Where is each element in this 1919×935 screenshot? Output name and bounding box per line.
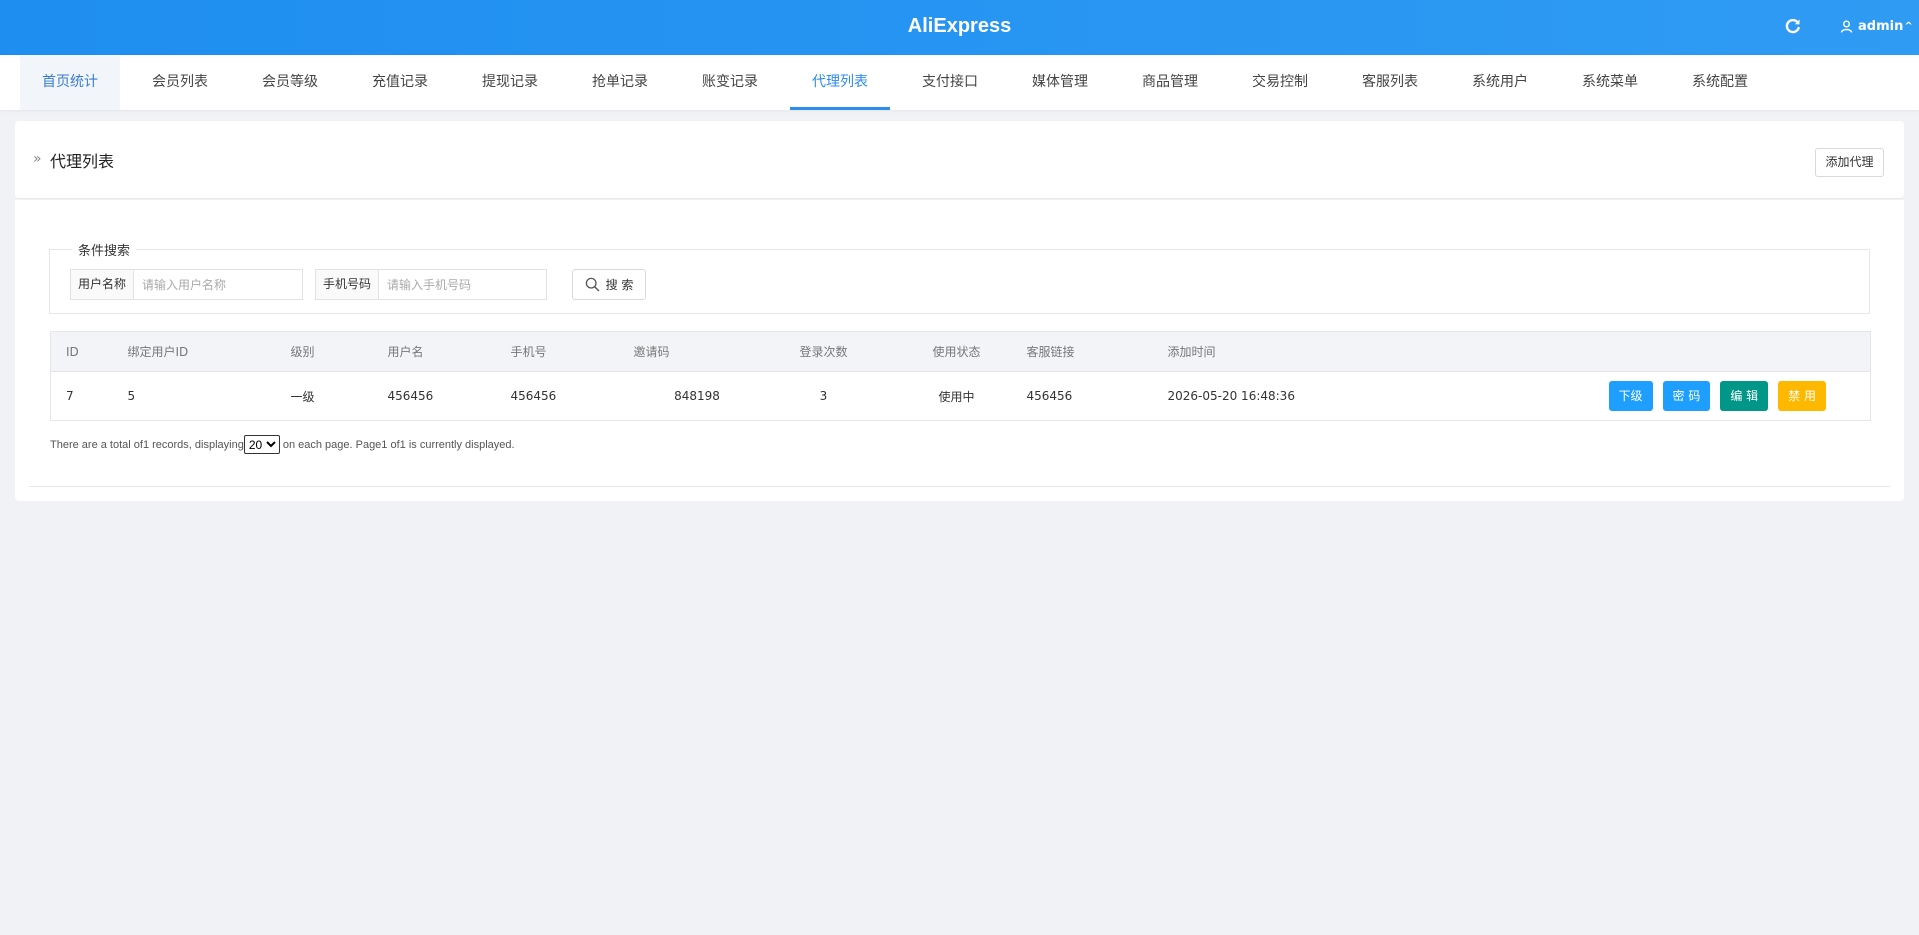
col-header-invite-code: 邀请码 bbox=[633, 331, 761, 372]
col-header-service-link: 客服链接 bbox=[1026, 331, 1168, 372]
cell-level: 一级 bbox=[290, 371, 388, 421]
page-title: 代理列表 bbox=[50, 152, 115, 171]
cell-bound-user-id: 5 bbox=[127, 371, 291, 421]
col-header-bound-user-id: 绑定用户ID bbox=[127, 331, 291, 372]
cell-phone: 456456 bbox=[510, 371, 634, 421]
col-header-login-count: 登录次数 bbox=[760, 331, 887, 372]
table-header-row: ID 绑定用户ID 级别 用户名 手机号 邀请码 登录次数 使用状态 客服链接 … bbox=[50, 331, 1871, 372]
cell-invite-code: 848198 bbox=[633, 371, 761, 421]
nav-item-recharge-records[interactable]: 充值记录 bbox=[350, 55, 450, 110]
search-icon bbox=[585, 277, 599, 292]
nav-item-trade-control[interactable]: 交易控制 bbox=[1230, 55, 1330, 110]
password-button[interactable]: 密 码 bbox=[1662, 381, 1711, 411]
content-inner: 条件搜索 用户名称 手机号码 搜 索 bbox=[29, 212, 1890, 487]
nav-item-payment-interface[interactable]: 支付接口 bbox=[900, 55, 1000, 110]
disable-button[interactable]: 禁 用 bbox=[1778, 381, 1826, 411]
nav-item-home-stats[interactable]: 首页统计 bbox=[20, 55, 120, 110]
col-header-username: 用户名 bbox=[387, 331, 511, 372]
subordinates-button[interactable]: 下级 bbox=[1608, 381, 1653, 411]
nav-item-customer-service-list[interactable]: 客服列表 bbox=[1340, 55, 1440, 110]
nav-item-system-users[interactable]: 系统用户 bbox=[1450, 55, 1550, 110]
search-legend: 条件搜索 bbox=[78, 244, 131, 259]
nav-item-member-list[interactable]: 会员列表 bbox=[130, 55, 230, 110]
cell-service-link: 456456 bbox=[1026, 371, 1168, 421]
nav-item-agent-list[interactable]: 代理列表 bbox=[790, 55, 890, 110]
cell-id: 7 bbox=[50, 371, 128, 421]
table-row: 7 5 一级 456456 456456 848198 3 使用中 456456… bbox=[50, 371, 1871, 421]
edit-button[interactable]: 编 辑 bbox=[1720, 381, 1769, 411]
col-header-level: 级别 bbox=[290, 331, 388, 372]
pager-text-after: on each page. Page1 of1 is currently dis… bbox=[282, 438, 515, 451]
refresh-icon[interactable] bbox=[1784, 17, 1802, 35]
cell-added-at: 2026-05-20 16:48:36 bbox=[1167, 371, 1417, 421]
cell-actions: 下级密 码编 辑禁 用 bbox=[1416, 371, 1871, 421]
nav-item-member-levels[interactable]: 会员等级 bbox=[240, 55, 340, 110]
search-panel: 条件搜索 用户名称 手机号码 搜 索 bbox=[49, 240, 1870, 314]
username-search-group: 用户名称 bbox=[70, 269, 304, 300]
phone-label: 手机号码 bbox=[315, 269, 379, 300]
pager-text-before: There are a total of1 records, displayin… bbox=[50, 438, 244, 451]
nav-item-system-config[interactable]: 系统配置 bbox=[1670, 55, 1770, 110]
username-search-input[interactable] bbox=[133, 269, 304, 300]
username: admin bbox=[1858, 18, 1904, 34]
content-card: 条件搜索 用户名称 手机号码 搜 索 bbox=[15, 200, 1904, 501]
col-header-id: ID bbox=[50, 331, 128, 372]
nav-item-product-management[interactable]: 商品管理 bbox=[1120, 55, 1220, 110]
double-chevron-right-icon: » bbox=[33, 151, 42, 167]
search-button[interactable]: 搜 索 bbox=[572, 269, 646, 300]
nav-item-system-menu[interactable]: 系统菜单 bbox=[1560, 55, 1660, 110]
app-title: AliExpress bbox=[907, 15, 1012, 37]
page-size-select[interactable]: 20 bbox=[243, 435, 280, 454]
nav-item-balance-change-records[interactable]: 账变记录 bbox=[680, 55, 780, 110]
cell-login-count: 3 bbox=[760, 371, 887, 421]
phone-search-input[interactable] bbox=[378, 269, 548, 300]
top-header: AliExpress admin ^ bbox=[0, 0, 1919, 55]
user-icon bbox=[1840, 20, 1853, 33]
nav-item-media-management[interactable]: 媒体管理 bbox=[1010, 55, 1110, 110]
pagination-info: There are a total of1 records, displayin… bbox=[50, 435, 515, 454]
cell-username: 456456 bbox=[387, 371, 511, 421]
col-header-actions bbox=[1416, 331, 1871, 372]
col-header-added-at: 添加时间 bbox=[1167, 331, 1417, 372]
cell-status: 使用中 bbox=[886, 371, 1027, 421]
chevron-up-icon: ^ bbox=[1904, 20, 1913, 32]
nav-item-withdraw-records[interactable]: 提现记录 bbox=[460, 55, 560, 110]
agent-table: ID 绑定用户ID 级别 用户名 手机号 邀请码 登录次数 使用状态 客服链接 … bbox=[50, 331, 1871, 421]
search-button-label: 搜 索 bbox=[605, 278, 634, 292]
username-label: 用户名称 bbox=[70, 269, 134, 300]
page-header-card: » 代理列表 添加代理 bbox=[15, 121, 1904, 199]
col-header-status: 使用状态 bbox=[886, 331, 1027, 372]
nav-item-order-grab-records[interactable]: 抢单记录 bbox=[570, 55, 670, 110]
col-header-phone: 手机号 bbox=[510, 331, 634, 372]
add-agent-button[interactable]: 添加代理 bbox=[1815, 148, 1884, 177]
main-nav: 首页统计 会员列表 会员等级 充值记录 提现记录 抢单记录 账变记录 代理列表 … bbox=[0, 55, 1919, 110]
user-menu[interactable]: admin ^ bbox=[1840, 16, 1913, 36]
phone-search-group: 手机号码 bbox=[315, 269, 548, 300]
